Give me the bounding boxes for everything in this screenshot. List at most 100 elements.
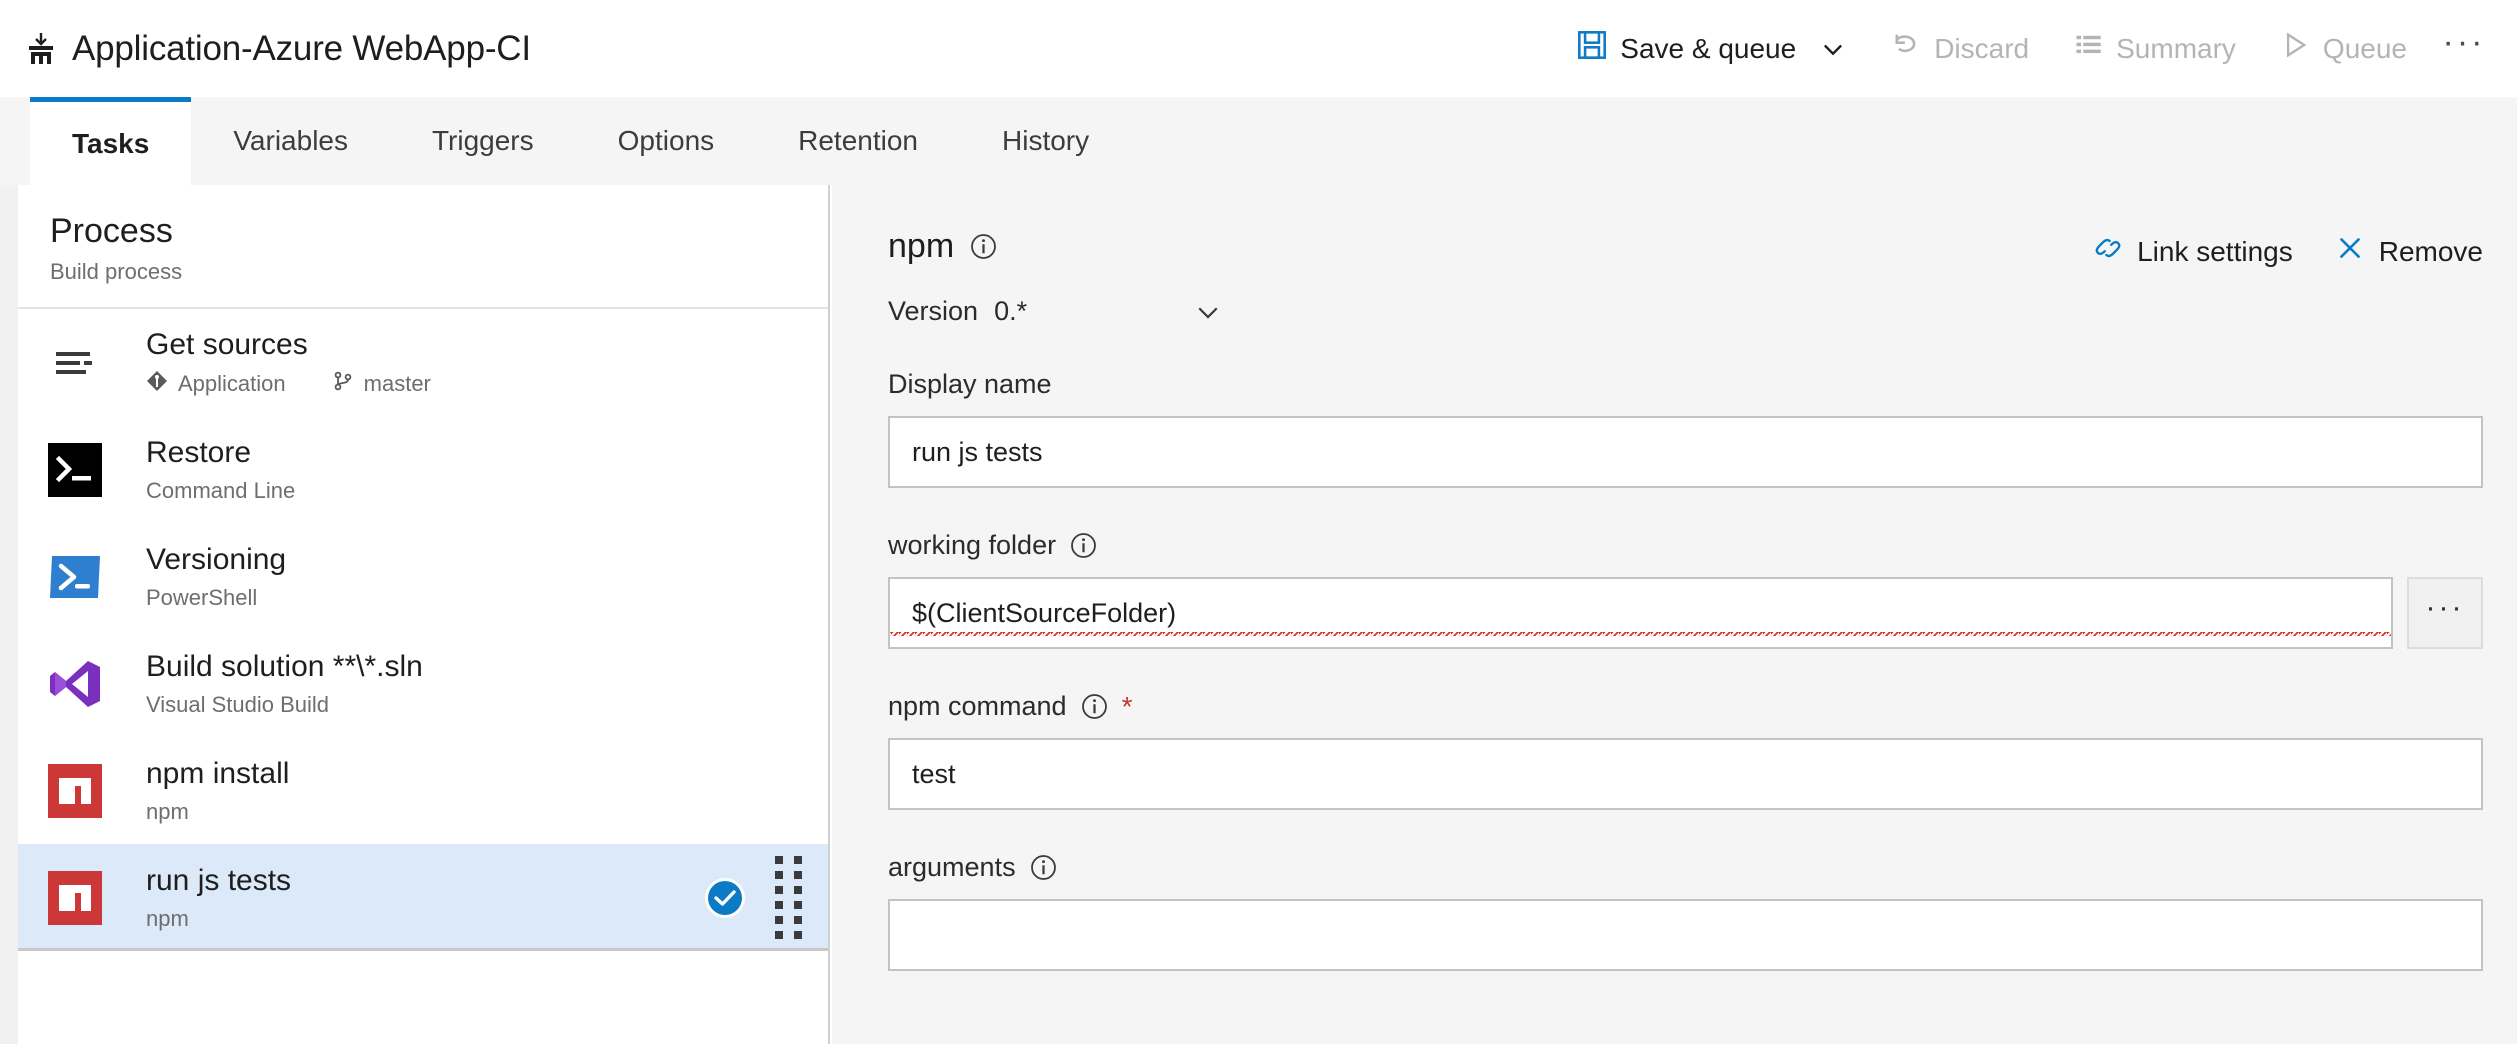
task-text-group: run js tests npm: [146, 864, 291, 933]
link-icon: [2093, 233, 2123, 270]
drag-handle-icon[interactable]: [771, 852, 806, 943]
field-display-name: Display name: [888, 369, 2483, 488]
link-settings-button[interactable]: Link settings: [2093, 233, 2293, 270]
task-subtitle: Command Line: [146, 478, 295, 504]
more-commands-button[interactable]: ···: [2429, 19, 2499, 79]
display-name-input[interactable]: [888, 416, 2483, 488]
remove-button[interactable]: Remove: [2335, 233, 2483, 270]
build-definition-editor: Application-Azure WebApp-CI Save & queue: [0, 0, 2517, 1044]
process-subtitle: Build process: [50, 259, 828, 285]
task-item-npm-install[interactable]: npm install npm: [18, 737, 828, 844]
task-name: run js tests: [146, 864, 291, 899]
task-text-group: Get sources Application: [146, 328, 431, 399]
task-name: Build solution **\*.sln: [146, 650, 423, 685]
info-icon[interactable]: [970, 233, 997, 260]
summary-button[interactable]: Summary: [2051, 19, 2258, 79]
version-value: 0.*: [994, 296, 1027, 327]
queue-button[interactable]: Queue: [2258, 19, 2429, 79]
tab-variables[interactable]: Variables: [191, 97, 390, 185]
info-icon[interactable]: [1070, 532, 1097, 559]
discard-label: Discard: [1934, 33, 2029, 65]
working-folder-label-text: working folder: [888, 530, 1056, 561]
working-folder-input-row: ···: [888, 577, 2483, 649]
task-row-controls: [703, 852, 806, 943]
undo-icon: [1891, 30, 1921, 67]
list-icon: [2073, 30, 2103, 67]
working-folder-browse-button[interactable]: ···: [2407, 577, 2483, 649]
title-group: Application-Azure WebApp-CI: [0, 29, 531, 69]
display-name-input-row: [888, 416, 2483, 488]
arguments-label: arguments: [888, 852, 2483, 883]
task-icon-container: [48, 550, 110, 604]
task-icon-container: [48, 657, 110, 711]
task-text-group: Versioning PowerShell: [146, 543, 286, 612]
task-details-content: npm: [832, 185, 2517, 971]
link-settings-label: Link settings: [2137, 236, 2293, 268]
task-text-group: Build solution **\*.sln Visual Studio Bu…: [146, 650, 423, 719]
branch-meta: master: [332, 370, 431, 398]
info-icon[interactable]: [1030, 854, 1057, 881]
npm-icon: [48, 764, 102, 818]
task-subtitle: Visual Studio Build: [146, 692, 423, 718]
task-item-run-js-tests[interactable]: run js tests npm: [18, 844, 828, 951]
tab-history[interactable]: History: [960, 97, 1131, 185]
git-repo-icon: [146, 370, 168, 398]
task-enabled-check-icon[interactable]: [703, 876, 747, 920]
save-and-queue-label: Save & queue: [1620, 33, 1796, 65]
task-details-panel: npm: [832, 185, 2517, 1044]
task-version-row: Version 0.*: [888, 296, 2483, 327]
visual-studio-icon: [48, 657, 102, 711]
task-icon-container: [48, 336, 110, 390]
task-item-get-sources[interactable]: Get sources Application: [18, 309, 828, 416]
version-chevron-down-icon[interactable]: [1193, 297, 1223, 327]
npm-command-input-row: [888, 738, 2483, 810]
task-details-title-group: npm: [888, 227, 997, 266]
npm-command-label: npm command *: [888, 691, 2483, 722]
git-branch-icon: [332, 370, 354, 398]
task-name: Versioning: [146, 543, 286, 578]
field-npm-command: npm command *: [888, 691, 2483, 810]
tab-tasks[interactable]: Tasks: [30, 97, 191, 185]
version-label: Version: [888, 296, 978, 327]
arguments-input-row: [888, 899, 2483, 971]
build-definition-icon: [24, 32, 58, 66]
play-icon: [2280, 30, 2310, 67]
process-title: Process: [50, 213, 828, 250]
arguments-label-text: arguments: [888, 852, 1016, 883]
task-item-build-solution[interactable]: Build solution **\*.sln Visual Studio Bu…: [18, 630, 828, 737]
process-sidebar: Process Build process: [18, 185, 830, 1044]
required-marker: *: [1122, 693, 1133, 721]
task-item-versioning[interactable]: Versioning PowerShell: [18, 523, 828, 630]
task-subtitle: npm: [146, 799, 289, 825]
repository-meta: Application: [146, 370, 286, 398]
tab-triggers[interactable]: Triggers: [390, 97, 576, 185]
task-item-restore[interactable]: Restore Command Line: [18, 416, 828, 523]
working-folder-input[interactable]: [888, 577, 2393, 649]
task-subtitle: Application master: [146, 370, 431, 398]
tab-retention[interactable]: Retention: [756, 97, 960, 185]
task-subtitle: npm: [146, 906, 291, 932]
display-name-label: Display name: [888, 369, 2483, 400]
save-and-queue-button[interactable]: Save & queue: [1555, 19, 1869, 79]
field-arguments: arguments: [888, 852, 2483, 971]
command-line-icon: [48, 443, 102, 497]
field-working-folder: working folder ···: [888, 530, 2483, 649]
task-details-header: npm: [888, 227, 2483, 270]
task-text-group: npm install npm: [146, 757, 289, 826]
arguments-input[interactable]: [888, 899, 2483, 971]
task-name: Restore: [146, 436, 295, 471]
left-gutter: [0, 185, 18, 1044]
discard-button[interactable]: Discard: [1869, 19, 2051, 79]
task-details-actions: Link settings Remove: [2093, 227, 2483, 270]
npm-command-input[interactable]: [888, 738, 2483, 810]
task-details-title: npm: [888, 227, 954, 266]
npm-icon: [48, 871, 102, 925]
info-icon[interactable]: [1081, 693, 1108, 720]
chevron-down-icon[interactable]: [1819, 35, 1847, 63]
title-bar: Application-Azure WebApp-CI Save & queue: [0, 0, 2517, 97]
task-name: npm install: [146, 757, 289, 792]
close-icon: [2335, 233, 2365, 270]
npm-command-label-text: npm command: [888, 691, 1067, 722]
tab-options[interactable]: Options: [576, 97, 757, 185]
task-subtitle: PowerShell: [146, 585, 286, 611]
